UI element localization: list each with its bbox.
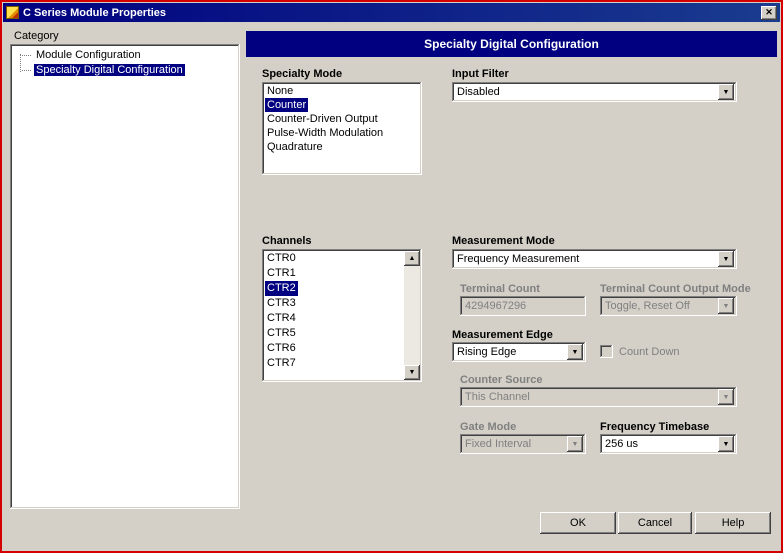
measurement-mode-dropdown[interactable]: Frequency Measurement ▼ [452,249,737,269]
scroll-up-icon: ▲ [408,255,416,262]
frequency-timebase-label: Frequency Timebase [600,421,710,433]
tree-item-label: Module Configuration [36,49,141,61]
channel-option[interactable]: CTR5 [265,326,298,341]
scroll-up-button[interactable]: ▲ [404,251,420,266]
dialog-window: C Series Module Properties ✕ Category Mo… [0,0,783,553]
close-icon: ✕ [765,7,773,17]
dropdown-arrow-icon: ▼ [571,440,579,448]
channel-option[interactable]: CTR2 [265,281,298,296]
specialty-mode-option[interactable]: Counter-Driven Output [265,112,380,126]
channel-option[interactable]: CTR6 [265,341,298,356]
titlebar[interactable]: C Series Module Properties ✕ [3,3,780,22]
count-down-checkbox [600,345,613,358]
ok-button[interactable]: OK [540,512,616,534]
gate-mode-label: Gate Mode [460,421,517,433]
close-button[interactable]: ✕ [761,5,777,20]
counter-source-value: This Channel [465,391,530,403]
counter-source-dropdown: This Channel ▼ [460,387,737,407]
specialty-mode-option[interactable]: None [265,84,295,98]
specialty-mode-label: Specialty Mode [262,68,343,80]
input-filter-dropdown-button[interactable]: ▼ [718,84,734,100]
specialty-mode-option[interactable]: Counter [265,98,309,112]
page-title: Specialty Digital Configuration [424,37,599,51]
gate-mode-dropdown: Fixed Interval ▼ [460,434,586,454]
dropdown-arrow-icon: ▼ [722,440,730,448]
category-label: Category [14,30,59,42]
terminal-count-output-mode-label: Terminal Count Output Mode [600,283,751,295]
measurement-edge-dropdown-button[interactable]: ▼ [567,344,583,360]
category-tree: Module Configuration Specialty Digital C… [10,44,240,509]
frequency-timebase-dropdown-button[interactable]: ▼ [718,436,734,452]
measurement-mode-dropdown-button[interactable]: ▼ [718,251,734,267]
channel-option[interactable]: CTR7 [265,356,298,371]
terminal-count-label: Terminal Count [460,283,540,295]
dropdown-arrow-icon: ▼ [722,255,730,263]
tree-item-specialty-digital-configuration[interactable]: Specialty Digital Configuration [12,63,238,78]
input-filter-label: Input Filter [452,68,509,80]
dropdown-arrow-icon: ▼ [722,302,730,310]
specialty-mode-option[interactable]: Pulse-Width Modulation [265,126,385,140]
input-filter-dropdown[interactable]: Disabled ▼ [452,82,737,102]
tree-item-module-configuration[interactable]: Module Configuration [12,48,238,63]
help-button[interactable]: Help [695,512,771,534]
channel-option[interactable]: CTR3 [265,296,298,311]
measurement-edge-label: Measurement Edge [452,329,553,341]
measurement-mode-value: Frequency Measurement [457,253,580,265]
frequency-timebase-value: 256 us [605,438,639,450]
measurement-edge-dropdown[interactable]: Rising Edge ▼ [452,342,586,362]
dropdown-arrow-icon: ▼ [722,393,730,401]
frequency-timebase-dropdown[interactable]: 256 us ▼ [600,434,737,454]
channels-listbox: CTR0 CTR1 CTR2 CTR3 CTR4 CTR5 CTR6 CTR7 … [262,249,422,382]
scroll-down-button[interactable]: ▼ [404,365,420,380]
terminal-count-output-mode-dropdown-button: ▼ [718,298,734,314]
cancel-button[interactable]: Cancel [618,512,692,534]
scroll-down-icon: ▼ [408,369,416,376]
app-icon [6,6,19,19]
terminal-count-output-mode-dropdown: Toggle, Reset Off ▼ [600,296,737,316]
window-title: C Series Module Properties [23,6,167,19]
counter-source-label: Counter Source [460,374,543,386]
counter-source-dropdown-button: ▼ [718,389,734,405]
channel-option[interactable]: CTR1 [265,266,298,281]
channels-label: Channels [262,235,312,247]
specialty-mode-option[interactable]: Quadrature [265,140,325,154]
terminal-count-output-mode-value: Toggle, Reset Off [605,300,690,312]
dropdown-arrow-icon: ▼ [571,348,579,356]
input-filter-value: Disabled [457,86,500,98]
count-down-label: Count Down [619,346,680,358]
gate-mode-value: Fixed Interval [465,438,532,450]
page-header: Specialty Digital Configuration [246,31,777,57]
channel-option[interactable]: CTR0 [265,251,298,266]
dropdown-arrow-icon: ▼ [722,88,730,96]
specialty-mode-listbox: None Counter Counter-Driven Output Pulse… [262,82,422,175]
channel-option[interactable]: CTR4 [265,311,298,326]
terminal-count-field: 4294967296 [460,296,586,316]
tree-item-label: Specialty Digital Configuration [34,64,185,76]
measurement-mode-label: Measurement Mode [452,235,555,247]
channels-scrollbar[interactable]: ▲ ▼ [404,251,420,380]
gate-mode-dropdown-button: ▼ [567,436,583,452]
terminal-count-value: 4294967296 [465,300,527,312]
measurement-edge-value: Rising Edge [457,346,517,358]
